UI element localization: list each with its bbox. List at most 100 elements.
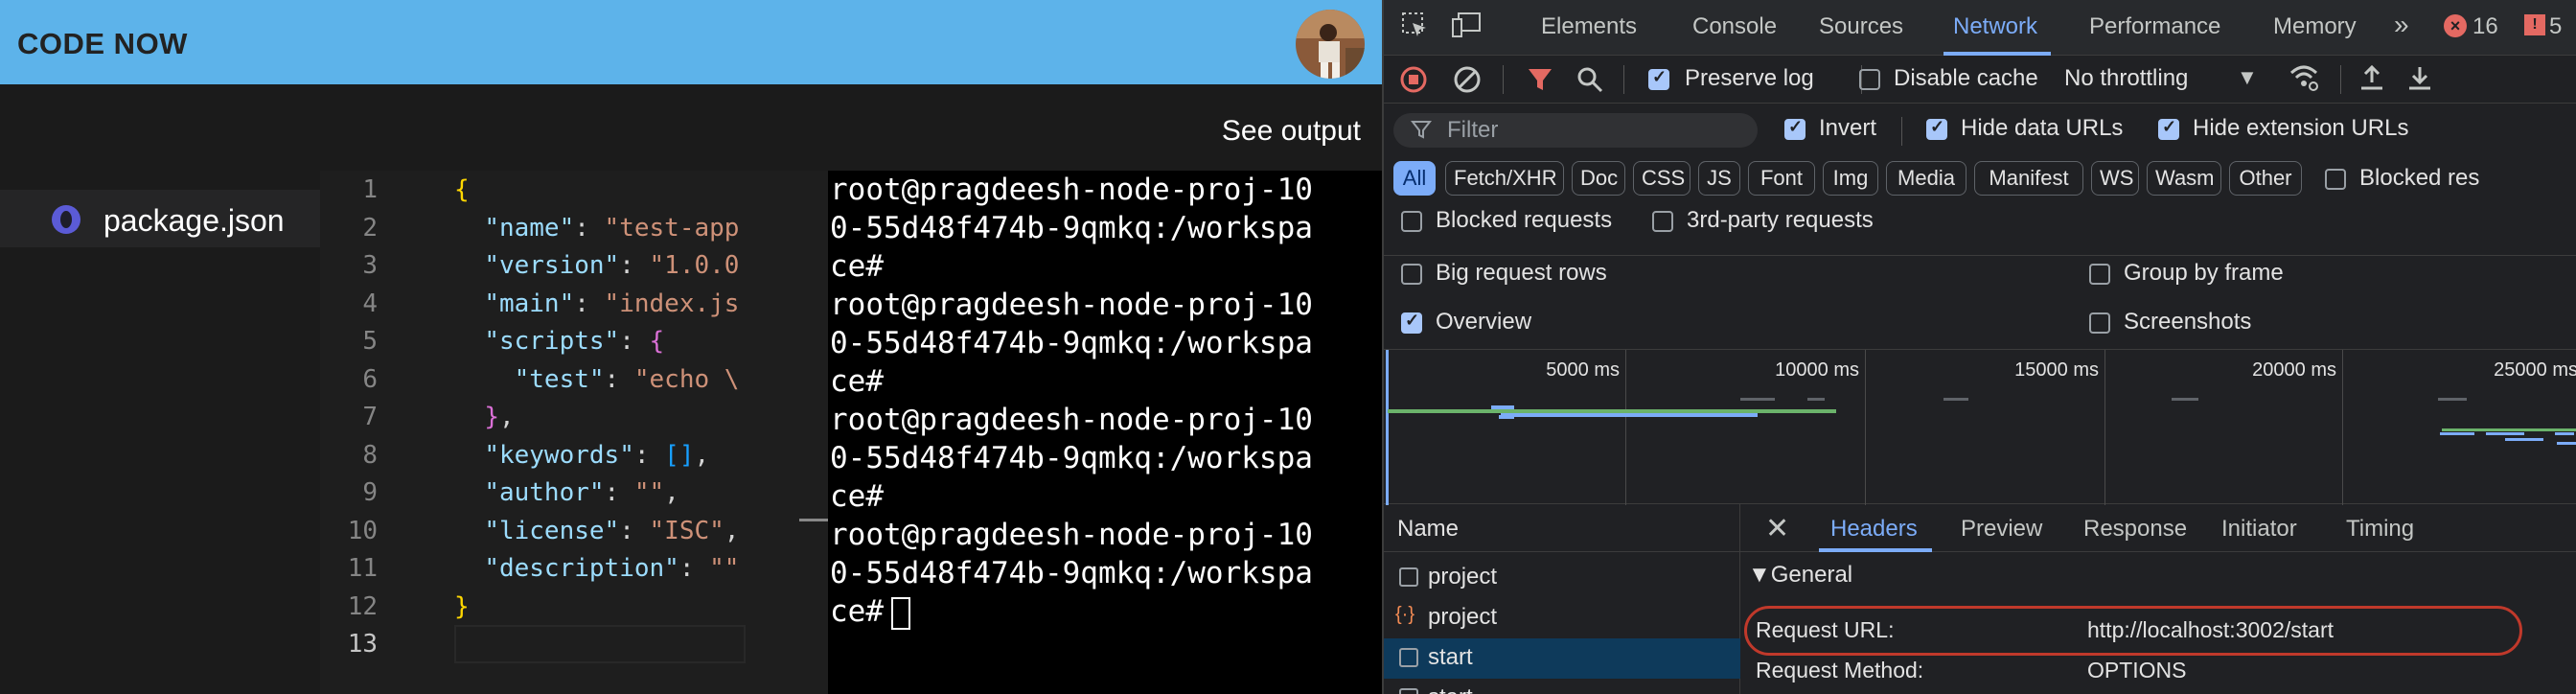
chip-img[interactable]: Img [1823,161,1878,196]
settings-row-2: Overview Screenshots [1384,305,2576,343]
toolbar-separator [1623,65,1624,94]
hide-extension-urls-label: Hide extension URLs [2193,115,2409,141]
chip-doc[interactable]: Doc [1572,161,1625,196]
search-icon[interactable] [1576,65,1604,101]
code-token: , [664,478,679,507]
code-line: "main": "index.js [454,285,739,323]
chip-media[interactable]: Media [1886,161,1966,196]
request-filters-row: Blocked requests 3rd-party requests [1384,203,2576,242]
timeline-gridline [2342,350,2343,505]
blocked-requests-checkbox[interactable] [1401,211,1422,232]
filter-separator [1901,117,1902,146]
code-editor[interactable]: 1 2 3 4 5 6 7 8 9 10 11 12 13 { "name": "test-app "v… [320,171,746,694]
tab-headers[interactable]: Headers [1830,516,1918,543]
file-item-package-json[interactable]: package.json [0,190,320,247]
inspect-element-icon[interactable] [1401,12,1428,45]
request-url-key: Request URL: [1756,617,1895,642]
warning-count[interactable]: 5 [2549,13,2562,40]
chip-wasm[interactable]: Wasm [2147,161,2221,196]
clear-icon[interactable] [1453,65,1482,101]
chip-manifest[interactable]: Manifest [1974,161,2083,196]
request-row[interactable]: start [1384,679,1740,694]
request-row[interactable]: {·} project [1384,598,1740,638]
timeline-start-handle[interactable] [1386,350,1389,505]
code-token: "version" [484,251,620,280]
chip-ws[interactable]: WS [2091,161,2139,196]
filter-icon[interactable] [1526,65,1554,101]
tab-network[interactable]: Network [1953,13,2037,40]
tab-console[interactable]: Console [1692,13,1777,40]
filter-input[interactable]: Filter [1393,113,1758,148]
download-icon[interactable] [2405,63,2434,99]
chip-css[interactable]: CSS [1633,161,1690,196]
network-conditions-icon[interactable] [2288,63,2319,99]
tab-performance[interactable]: Performance [2089,13,2220,40]
settings-row-1: Big request rows Group by frame [1384,255,2576,293]
device-toolbar-icon[interactable] [1451,12,1482,45]
hide-extension-urls-checkbox[interactable] [2158,117,2179,140]
disable-cache-checkbox[interactable] [1859,69,1880,90]
tab-preview[interactable]: Preview [1961,516,2042,543]
chip-js[interactable]: JS [1698,161,1740,196]
tab-sources[interactable]: Sources [1819,13,1903,40]
blocked-response-cookies-checkbox[interactable] [2325,169,2346,190]
tab-elements[interactable]: Elements [1541,13,1637,40]
network-overview-timeline[interactable]: 5000 ms 10000 ms 15000 ms 20000 ms 25000… [1384,349,2576,505]
code-token: , [724,516,740,545]
chip-fetch-xhr[interactable]: Fetch/XHR [1445,161,1564,196]
timeline-bar [2557,442,2576,445]
tab-response[interactable]: Response [2083,516,2187,543]
more-tabs-icon[interactable]: » [2394,10,2409,40]
toolbar-separator [1503,65,1504,94]
group-by-frame-checkbox[interactable] [2089,264,2110,285]
timeline-label: 25000 ms [2494,359,2576,381]
toolbar-separator [2340,65,2341,94]
panel-divider[interactable] [746,171,828,694]
chevron-down-icon[interactable]: ▼ [2237,65,2258,90]
tab-memory[interactable]: Memory [2273,13,2357,40]
line-number: 8 [362,440,378,470]
request-row-selected[interactable]: start [1384,638,1740,679]
warning-icon[interactable]: ! [2524,14,2545,35]
upload-icon[interactable] [2358,63,2386,99]
third-party-checkbox[interactable] [1652,211,1673,232]
error-icon[interactable]: × [2444,14,2467,37]
code-token: { [454,175,470,204]
throttling-select[interactable]: No throttling [2064,65,2188,92]
preserve-log-checkbox[interactable] [1648,67,1669,90]
tab-initiator[interactable]: Initiator [2221,516,2297,543]
request-method-value: OPTIONS [2087,658,2187,682]
request-row[interactable]: project [1384,558,1740,598]
general-section-toggle[interactable]: ▼General [1748,562,1852,589]
chip-all[interactable]: All [1393,161,1436,196]
terminal[interactable]: root@pragdeesh-node-proj-10 0-55d48f474b-… [828,171,1382,694]
code-line: "keywords": [], [454,436,709,474]
error-count[interactable]: 16 [2472,13,2498,40]
code-token: : [604,364,634,394]
record-stop-icon[interactable] [1399,65,1428,101]
screenshots-checkbox[interactable] [2089,312,2110,334]
code-token: "test" [514,364,605,394]
line-number: 9 [362,478,378,507]
resize-handle[interactable] [799,519,828,521]
chip-other[interactable]: Other [2229,161,2302,196]
chip-font[interactable]: Font [1748,161,1815,196]
code-line: "author": "", [454,474,679,512]
tab-timing[interactable]: Timing [2346,516,2414,543]
line-number: 12 [347,591,378,621]
big-request-rows-checkbox[interactable] [1401,264,1422,285]
avatar[interactable] [1296,10,1365,79]
invert-checkbox[interactable] [1784,117,1806,140]
name-column-header[interactable]: Name [1397,516,1459,543]
filter-placeholder: Filter [1447,117,1499,143]
line-number-gutter: 1 2 3 4 5 6 7 8 9 10 11 12 13 [320,171,426,694]
overview-checkbox[interactable] [1401,311,1422,334]
timeline-gridline [1865,350,1866,505]
hide-data-urls-checkbox[interactable] [1926,117,1947,140]
see-output-link[interactable]: See output [1222,115,1361,148]
close-icon[interactable]: ✕ [1765,512,1789,545]
terminal-line: 0-55d48f474b-9qmkq:/workspa [830,209,1313,247]
